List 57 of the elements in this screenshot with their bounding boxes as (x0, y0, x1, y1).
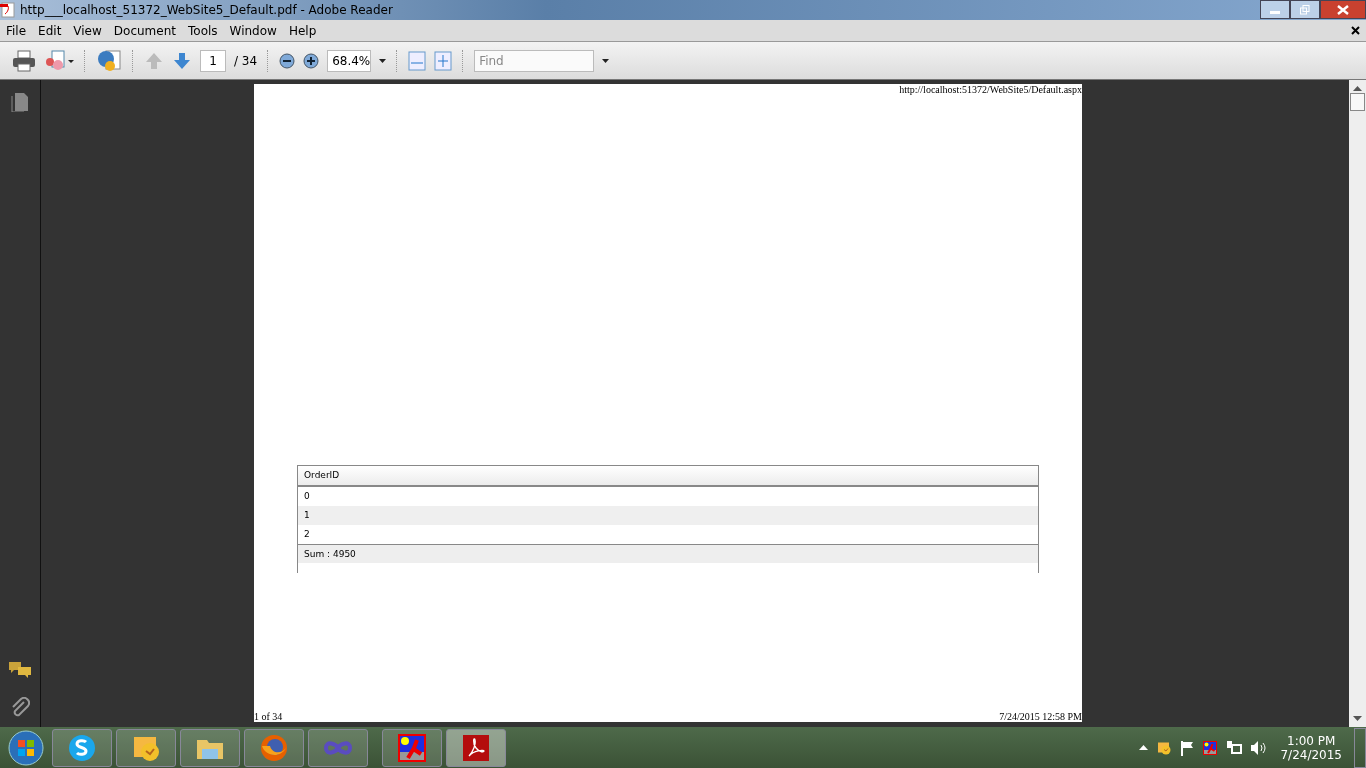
taskbar-button[interactable] (52, 728, 112, 767)
clock-date[interactable]: 7/24/2015 (1280, 747, 1342, 762)
dropdown-arrow-icon[interactable] (602, 58, 610, 63)
scroll-thumb[interactable] (1350, 93, 1365, 111)
restore-icon (1300, 4, 1310, 15)
table-cell-text: 0 (303, 490, 311, 503)
scroll-down-icon[interactable] (1353, 716, 1362, 721)
menu-item[interactable]: Help (282, 23, 323, 38)
menu-item[interactable]: Edit (32, 23, 68, 38)
clock-time[interactable]: 1:00 PM (1287, 733, 1336, 748)
flag-icon[interactable] (1180, 739, 1195, 756)
zoom-in-icon[interactable] (303, 52, 320, 69)
next-page-icon[interactable] (172, 50, 192, 71)
table-cell: 1 (298, 506, 1038, 525)
menu-item[interactable]: File (0, 23, 33, 38)
printer-icon[interactable] (12, 49, 36, 72)
page-number-field[interactable]: 1 (200, 49, 226, 72)
taskbar-button[interactable] (116, 728, 176, 767)
show-desktop-button[interactable] (1354, 727, 1366, 768)
menu-item[interactable]: Tools (182, 23, 224, 38)
find-field[interactable]: Find (474, 49, 595, 72)
menu-item[interactable]: Document (107, 23, 182, 38)
paint-icon (396, 731, 428, 764)
column-header: OrderID (298, 466, 1038, 487)
close-icon[interactable] (1351, 26, 1360, 35)
table-cell-text: 2 (303, 528, 311, 541)
pages-icon[interactable] (11, 92, 29, 112)
show-hidden-icon[interactable] (1139, 745, 1149, 750)
page-count: / 34 (234, 53, 258, 68)
window-title: http___localhost_51372_WebSite5_Default.pdf - Adobe Reader (20, 3, 393, 17)
print-date: 7/24/2015 12:58 PM (999, 711, 1082, 722)
zoom-field[interactable]: 68.4% (327, 49, 372, 72)
minimize-button[interactable] (1260, 0, 1290, 19)
taskbar-button[interactable] (180, 728, 240, 767)
volume-icon[interactable] (1250, 739, 1267, 756)
paperclip-icon[interactable] (10, 697, 30, 719)
table-footer: Sum : 4950 (298, 544, 1038, 563)
taskbar-button[interactable] (244, 728, 304, 767)
restore-button[interactable] (1290, 0, 1320, 19)
scroll-up-icon[interactable] (1353, 86, 1362, 91)
menu-item[interactable]: Window (223, 23, 283, 38)
menu-item[interactable]: View (67, 23, 108, 38)
page-header-url: http://localhost:51372/WebSite5/Default.aspx (899, 84, 1082, 95)
share-icon[interactable] (44, 49, 74, 72)
close-button[interactable] (1320, 0, 1366, 19)
comments-icon[interactable] (8, 661, 32, 679)
pdf-file-icon (0, 2, 16, 18)
dropdown-arrow-icon[interactable] (379, 58, 387, 63)
network-icon[interactable] (1226, 739, 1243, 756)
scrollbar[interactable] (1349, 80, 1366, 727)
paint-icon[interactable] (1202, 739, 1219, 756)
page-label: 1 of 34 (254, 711, 283, 722)
globe-document-icon[interactable] (96, 48, 122, 73)
close-icon (1337, 4, 1349, 15)
zoom-out-icon[interactable] (279, 52, 296, 69)
taskbar-button[interactable] (382, 728, 442, 767)
taskbar-button[interactable] (446, 728, 506, 767)
